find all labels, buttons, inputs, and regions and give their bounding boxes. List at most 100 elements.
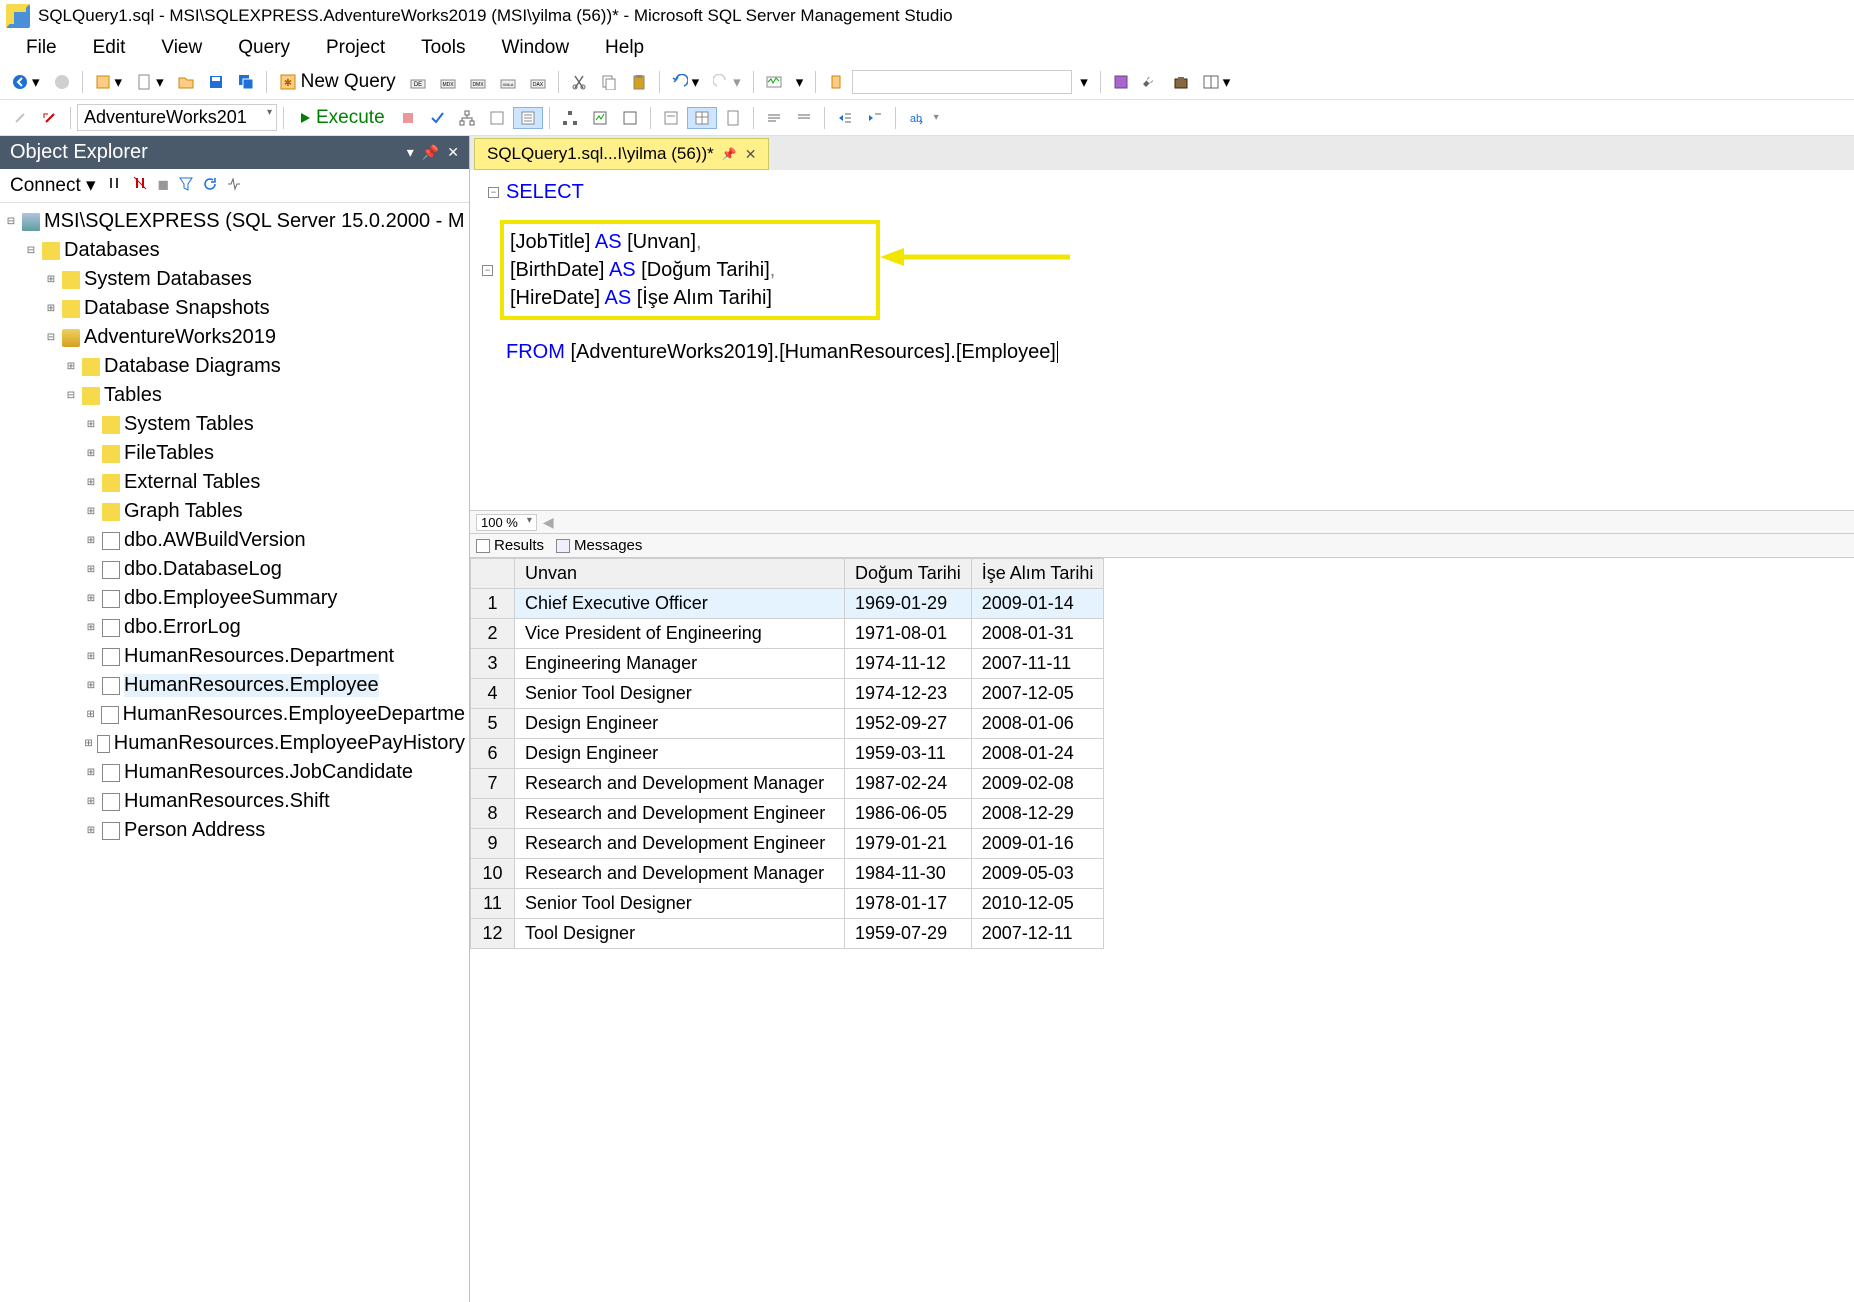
cell[interactable]: Research and Development Engineer xyxy=(515,829,845,859)
change-connection-button[interactable] xyxy=(36,108,64,128)
tools-button[interactable] xyxy=(1137,72,1165,92)
results-grid-wrap[interactable]: UnvanDoğum Tarihiİşe Alım Tarihi 1Chief … xyxy=(470,558,1854,1302)
cell[interactable]: 8 xyxy=(471,799,515,829)
new-file-button[interactable]: ▾ xyxy=(130,71,170,93)
query-options-button[interactable] xyxy=(483,108,511,128)
tree-node[interactable]: ⊞HumanResources.EmployeePayHistory xyxy=(0,729,469,758)
table-row[interactable]: 12Tool Designer1959-07-292007-12-11 xyxy=(471,919,1104,949)
paste-button[interactable] xyxy=(625,72,653,92)
oe-stop-icon[interactable]: ■ xyxy=(158,175,169,197)
cell[interactable]: 9 xyxy=(471,829,515,859)
include-plan-button[interactable] xyxy=(556,108,584,128)
database-combo[interactable]: AdventureWorks201 xyxy=(77,104,277,131)
comment-button[interactable] xyxy=(760,108,788,128)
cell[interactable]: Senior Tool Designer xyxy=(515,679,845,709)
oe-close-icon[interactable]: ✕ xyxy=(447,144,459,161)
activity-monitor-button[interactable] xyxy=(760,72,788,92)
cell[interactable]: 2010-12-05 xyxy=(971,889,1104,919)
tree-node[interactable]: ⊟Tables xyxy=(0,381,469,410)
connect-button[interactable] xyxy=(6,108,34,128)
registered-servers-button[interactable] xyxy=(822,72,850,92)
menu-view[interactable]: View xyxy=(143,33,220,63)
new-query-button[interactable]: ✱New Query xyxy=(273,69,402,95)
table-row[interactable]: 3Engineering Manager1974-11-122007-11-11 xyxy=(471,649,1104,679)
tree-node[interactable]: ⊞HumanResources.Employee xyxy=(0,671,469,700)
cell[interactable]: 1971-08-01 xyxy=(845,619,972,649)
oe-pin-icon[interactable]: 📌 xyxy=(422,144,439,161)
cell[interactable]: 1952-09-27 xyxy=(845,709,972,739)
tree-node[interactable]: ⊞Database Snapshots xyxy=(0,294,469,323)
cancel-exec-button[interactable] xyxy=(395,109,421,127)
cell[interactable]: Design Engineer xyxy=(515,739,845,769)
column-header[interactable]: Doğum Tarihi xyxy=(845,559,972,589)
tree-node[interactable]: ⊞HumanResources.Shift xyxy=(0,787,469,816)
pin-icon[interactable]: 📌 xyxy=(722,147,737,161)
cell[interactable]: 1974-12-23 xyxy=(845,679,972,709)
oe-refresh-icon[interactable] xyxy=(203,175,217,197)
menu-query[interactable]: Query xyxy=(220,33,308,63)
cell[interactable]: 1984-11-30 xyxy=(845,859,972,889)
menu-file[interactable]: File xyxy=(8,33,75,63)
cell[interactable]: 12 xyxy=(471,919,515,949)
cell[interactable]: 1987-02-24 xyxy=(845,769,972,799)
table-row[interactable]: 9Research and Development Engineer1979-0… xyxy=(471,829,1104,859)
redo-button[interactable]: ▾ xyxy=(707,71,747,93)
uncomment-button[interactable] xyxy=(790,108,818,128)
cell[interactable]: 2007-11-11 xyxy=(971,649,1104,679)
menu-project[interactable]: Project xyxy=(308,33,403,63)
table-row[interactable]: 8Research and Development Engineer1986-0… xyxy=(471,799,1104,829)
cell[interactable]: 2008-01-06 xyxy=(971,709,1104,739)
nav-back-button[interactable]: ▾ xyxy=(6,71,46,93)
search-dropdown[interactable]: ▾ xyxy=(1074,71,1094,93)
cell[interactable]: Vice President of Engineering xyxy=(515,619,845,649)
tree-node[interactable]: ⊞System Tables xyxy=(0,410,469,439)
new-project-button[interactable]: ▾ xyxy=(89,71,129,93)
table-row[interactable]: 10Research and Development Manager1984-1… xyxy=(471,859,1104,889)
cell[interactable]: 4 xyxy=(471,679,515,709)
cell[interactable]: Senior Tool Designer xyxy=(515,889,845,919)
tree-node[interactable]: ⊞HumanResources.JobCandidate xyxy=(0,758,469,787)
table-row[interactable]: 7Research and Development Manager1987-02… xyxy=(471,769,1104,799)
tree-node[interactable]: ⊞dbo.EmployeeSummary xyxy=(0,584,469,613)
cell[interactable]: 1986-06-05 xyxy=(845,799,972,829)
tree-node[interactable]: ⊞HumanResources.EmployeeDepartme xyxy=(0,700,469,729)
table-row[interactable]: 5Design Engineer1952-09-272008-01-06 xyxy=(471,709,1104,739)
outdent-button[interactable] xyxy=(861,108,889,128)
cell[interactable]: 3 xyxy=(471,649,515,679)
tree-node[interactable]: ⊞Person Address xyxy=(0,816,469,845)
parse-button[interactable] xyxy=(423,108,451,128)
cell[interactable]: 1959-03-11 xyxy=(845,739,972,769)
copy-button[interactable] xyxy=(595,72,623,92)
table-row[interactable]: 1Chief Executive Officer1969-01-292009-0… xyxy=(471,589,1104,619)
messages-tab[interactable]: Messages xyxy=(556,537,642,554)
cell[interactable]: 1969-01-29 xyxy=(845,589,972,619)
save-all-button[interactable] xyxy=(232,72,260,92)
cell[interactable]: 1 xyxy=(471,589,515,619)
cell[interactable]: 1959-07-29 xyxy=(845,919,972,949)
nav-fwd-button[interactable] xyxy=(48,72,76,92)
menu-help[interactable]: Help xyxy=(587,33,662,63)
cell[interactable]: 2 xyxy=(471,619,515,649)
cell[interactable]: 2009-02-08 xyxy=(971,769,1104,799)
client-stats-button[interactable] xyxy=(616,108,644,128)
table-row[interactable]: 6Design Engineer1959-03-112008-01-24 xyxy=(471,739,1104,769)
cell[interactable]: Research and Development Manager xyxy=(515,769,845,799)
cell[interactable]: Tool Designer xyxy=(515,919,845,949)
cell[interactable]: Design Engineer xyxy=(515,709,845,739)
connect-dropdown[interactable]: Connect ▾ xyxy=(10,174,96,197)
oe-connect-icon[interactable] xyxy=(106,175,122,197)
tree-node[interactable]: ⊞Graph Tables xyxy=(0,497,469,526)
oe-activity-icon[interactable] xyxy=(227,175,241,197)
toolbox-button[interactable] xyxy=(1167,72,1195,92)
de-query-button[interactable]: DE xyxy=(404,72,432,92)
cell[interactable]: 2009-01-14 xyxy=(971,589,1104,619)
live-stats-button[interactable] xyxy=(586,108,614,128)
dmx-query-button[interactable]: DMX xyxy=(464,72,492,92)
oe-disconnect-icon[interactable] xyxy=(132,175,148,197)
dropdown-1[interactable]: ▾ xyxy=(790,71,810,93)
cell[interactable]: 1979-01-21 xyxy=(845,829,972,859)
mdx-query-button[interactable]: MDX xyxy=(434,72,462,92)
column-header[interactable] xyxy=(471,559,515,589)
cell[interactable]: 10 xyxy=(471,859,515,889)
menu-tools[interactable]: Tools xyxy=(403,33,483,63)
